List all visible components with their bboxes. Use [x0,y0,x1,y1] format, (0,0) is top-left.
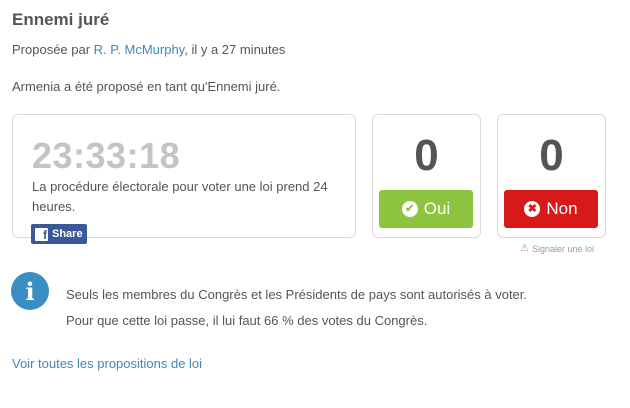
info-icon: i [11,272,49,310]
vote-yes-panel: 0 ✔ Oui [372,114,481,238]
report-label: Signaler une loi [531,243,595,254]
report-law-link[interactable]: ⚠ Signaler une loi [520,243,594,254]
close-icon: ✖ [524,201,541,217]
vote-no-button[interactable]: ✖ Non [504,190,598,228]
proposed-by: Proposée par R. P. McMurphy, il y a 27 m… [12,42,285,57]
vote-yes-button[interactable]: ✔ Oui [379,190,473,228]
no-count: 0 [539,131,564,180]
info-text-voters: Seuls les membres du Congrès et les Prés… [66,287,528,302]
vote-no-label: Non [546,199,578,218]
vote-yes-label: Oui [423,199,451,218]
proposed-prefix: Proposée par [12,42,94,57]
check-icon: ✔ [401,201,418,217]
share-label: Share [52,228,83,240]
author-link[interactable]: R. P. McMurphy [94,42,185,57]
vote-no-panel: 0 ✖ Non [497,114,606,238]
timer-panel: 23:33:18 La procédure électorale pour vo… [12,114,356,238]
yes-count: 0 [414,131,439,180]
info-text-threshold: Pour que cette loi passe, il lui faut 66… [66,313,428,328]
facebook-share-button[interactable]: f Share [31,224,87,244]
warning-icon: ⚠ [520,243,529,254]
page-title: Ennemi juré [12,10,110,29]
proposal-description: Armenia a été proposé en tant qu'Ennemi … [12,79,281,94]
proposed-time: , il y a 27 minutes [184,42,286,57]
all-proposals-link[interactable]: Voir toutes les propositions de loi [12,356,202,371]
timer-description: La procédure électorale pour voter une l… [32,179,328,214]
facebook-icon: f [35,227,48,242]
countdown-timer: 23:33:18 [32,135,181,176]
